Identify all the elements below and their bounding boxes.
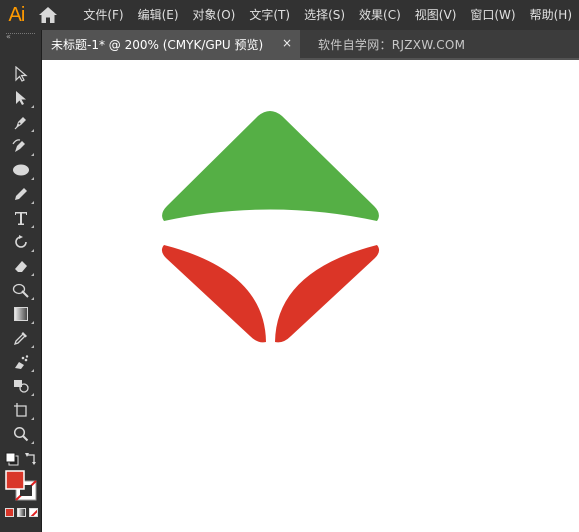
symbol-sprayer-icon: [15, 355, 29, 369]
canvas-area[interactable]: [42, 58, 579, 532]
menu-file[interactable]: 文件(F): [76, 0, 130, 30]
illustrator-logo: Ai: [8, 3, 26, 26]
menu-bar: Ai 文件(F) 编辑(E) 对象(O) 文字(T) 选择(S) 效果(C) 视…: [0, 0, 579, 30]
type-tool[interactable]: [7, 207, 35, 229]
symbol-sprayer-tool[interactable]: [7, 351, 35, 373]
none-mode-button[interactable]: [29, 508, 38, 517]
menu-object[interactable]: 对象(O): [186, 0, 243, 30]
gradient-icon: [14, 307, 28, 321]
color-mode-buttons: [5, 508, 39, 518]
selection-tool[interactable]: [7, 63, 35, 85]
magnifier-icon: [13, 426, 29, 442]
menu-help[interactable]: 帮助(H): [523, 0, 579, 30]
tab-rjzxw[interactable]: 软件自学网：RJZXW.COM: [300, 30, 465, 58]
tab-untitled-1-label: 未标题-1* @ 200% (CMYK/GPU 预览): [51, 37, 264, 52]
eraser-icon: [15, 261, 27, 272]
menu-items: 文件(F) 编辑(E) 对象(O) 文字(T) 选择(S) 效果(C) 视图(V…: [76, 0, 579, 30]
fill-stroke-icon: [5, 470, 37, 501]
pencil-icon: [15, 188, 27, 200]
curvature-pen-icon: [12, 139, 25, 152]
collapse-toolbar-button[interactable]: «: [6, 32, 11, 41]
artboard[interactable]: [42, 60, 579, 532]
shape-builder-icon: [14, 380, 29, 393]
zoom-tool[interactable]: [7, 423, 35, 445]
document-tabs: 未标题-1* @ 200% (CMYK/GPU 预览) × 软件自学网：RJZX…: [42, 30, 579, 58]
gradient-mode-button[interactable]: [17, 508, 26, 517]
home-icon: [38, 7, 57, 23]
close-tab-button[interactable]: ×: [282, 36, 292, 50]
menu-edit[interactable]: 编辑(E): [131, 0, 186, 30]
menu-view[interactable]: 视图(V): [408, 0, 464, 30]
default-fill-stroke-icon: [5, 452, 19, 466]
ellipse-tool[interactable]: [7, 159, 35, 181]
red-right-petal-shape[interactable]: [275, 245, 380, 343]
tab-rjzxw-label: 软件自学网：RJZXW.COM: [318, 37, 466, 52]
direct-selection-tool[interactable]: [7, 87, 35, 109]
tab-untitled-1[interactable]: 未标题-1* @ 200% (CMYK/GPU 预览) ×: [42, 30, 300, 58]
menu-type[interactable]: 文字(T): [242, 0, 297, 30]
rotate-tool[interactable]: [7, 231, 35, 253]
warp-tool[interactable]: [7, 279, 35, 301]
menu-window[interactable]: 窗口(W): [463, 0, 522, 30]
pen-tool[interactable]: [7, 111, 35, 133]
pen-nib-icon: [14, 117, 26, 130]
selection-arrow-icon: [15, 66, 28, 82]
artboard-tool[interactable]: [7, 399, 35, 421]
logo-artwork[interactable]: [158, 108, 383, 348]
fill-stroke-swatches[interactable]: [3, 470, 39, 502]
type-t-icon: [15, 212, 27, 225]
curvature-tool[interactable]: [7, 135, 35, 157]
rotate-icon: [15, 235, 27, 248]
eraser-tool[interactable]: [7, 255, 35, 277]
pencil-tool[interactable]: [7, 183, 35, 205]
green-diamond-shape[interactable]: [162, 111, 379, 221]
gradient-tool[interactable]: [7, 303, 35, 325]
artboard-icon: [14, 403, 27, 417]
tools-panel: «: [0, 30, 42, 532]
draw-mode-button[interactable]: [13, 526, 29, 532]
red-left-petal-shape[interactable]: [161, 245, 266, 343]
ellipse-icon: [13, 164, 29, 176]
swap-arrows-icon: [25, 453, 36, 465]
direct-selection-arrow-icon: [16, 91, 26, 105]
menu-effect[interactable]: 效果(C): [352, 0, 408, 30]
swap-colors-button[interactable]: [24, 451, 38, 465]
default-colors-button[interactable]: [5, 451, 19, 466]
eyedropper-tool[interactable]: [7, 327, 35, 349]
warp-icon: [12, 283, 29, 298]
menu-select[interactable]: 选择(S): [297, 0, 352, 30]
home-button[interactable]: [33, 0, 63, 30]
shape-builder-tool[interactable]: [7, 375, 35, 397]
eyedropper-icon: [13, 332, 27, 346]
color-mode-button[interactable]: [5, 508, 14, 517]
